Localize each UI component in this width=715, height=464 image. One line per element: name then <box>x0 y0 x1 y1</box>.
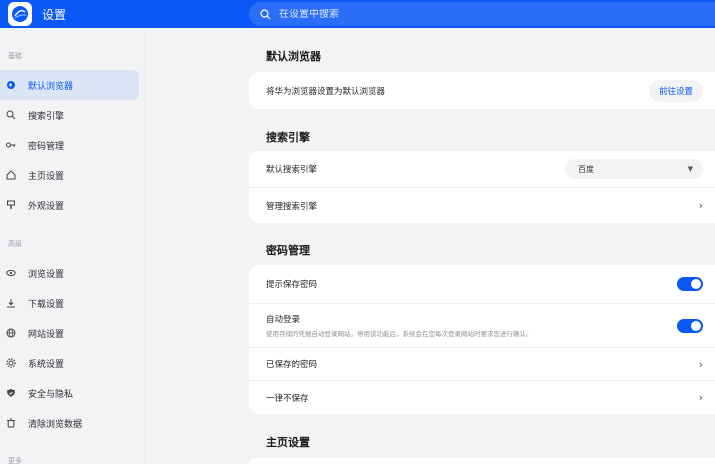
sidebar-item-label: 安全与隐私 <box>28 389 74 400</box>
chevron-right-icon: › <box>698 357 703 371</box>
chevron-right-icon: › <box>698 391 703 404</box>
globe-icon <box>6 80 16 90</box>
sidebar-item-search-engine[interactable]: 搜索引擎 <box>0 100 139 130</box>
trash-icon <box>6 418 16 428</box>
sidebar-group-basic: 基础 <box>8 52 22 60</box>
search-engine-select[interactable]: 百度 ▼ <box>565 159 703 179</box>
browser-logo-icon <box>8 2 32 26</box>
eye-icon <box>6 268 16 278</box>
row-auto-login: 自动登录 使用存储的凭据自动登录网站。停用该功能后，系统会在您每次登录网站时要求… <box>249 303 715 347</box>
section-title-default-browser: 默认浏览器 <box>266 50 321 63</box>
row-manage-search-engines[interactable]: 管理搜索引擎 › <box>249 187 715 223</box>
sidebar-item-browsing[interactable]: 浏览设置 <box>0 258 139 288</box>
home-icon <box>6 170 16 180</box>
sidebar-item-homepage[interactable]: 主页设置 <box>0 160 139 190</box>
sidebar-item-label: 默认浏览器 <box>28 81 74 92</box>
section-title-password: 密码管理 <box>266 244 310 257</box>
sidebar-item-label: 浏览设置 <box>28 269 65 280</box>
toggle-knob <box>691 320 701 331</box>
card-default-browser: 将华为浏览器设置为默认浏览器 前往设置 <box>249 72 715 109</box>
sidebar-item-site-settings[interactable]: 网站设置 <box>0 318 139 348</box>
download-icon <box>6 298 16 308</box>
row-label: 已保存的密码 <box>266 360 318 370</box>
go-to-settings-button[interactable]: 前往设置 <box>648 79 703 102</box>
search-input[interactable] <box>279 8 699 20</box>
row-label: 管理搜索引擎 <box>266 201 318 212</box>
sidebar-item-security[interactable]: 安全与隐私 <box>0 378 139 408</box>
auto-login-toggle[interactable] <box>677 318 703 333</box>
gear-icon <box>6 358 16 368</box>
shield-icon <box>6 388 16 398</box>
row-description: 使用存储的凭据自动登录网站。停用该功能后，系统会在您每次登录网站时要求您进行确认… <box>266 330 533 338</box>
row-never-save[interactable]: 一律不保存 › <box>249 380 715 414</box>
row-label: 一律不保存 <box>266 393 309 404</box>
offer-save-toggle[interactable] <box>677 277 703 291</box>
row-offer-save-password: 提示保存密码 <box>249 265 715 303</box>
sidebar-item-default-browser[interactable]: 默认浏览器 <box>0 70 139 100</box>
card-homepage <box>249 458 715 464</box>
search-icon <box>259 8 271 20</box>
row-label: 默认搜索引擎 <box>266 165 318 175</box>
select-value: 百度 <box>578 164 594 174</box>
search-icon <box>6 110 16 120</box>
caret-down-icon: ▼ <box>687 165 693 173</box>
row-set-default: 将华为浏览器设置为默认浏览器 前往设置 <box>249 72 715 109</box>
sidebar-item-clear-data[interactable]: 清除浏览数据 <box>0 408 139 438</box>
sidebar-item-password[interactable]: 密码管理 <box>0 130 139 160</box>
settings-content: 默认浏览器 将华为浏览器设置为默认浏览器 前往设置 搜索引擎 默认搜索引擎 百度… <box>146 32 715 464</box>
sidebar-item-label: 下载设置 <box>28 299 65 310</box>
sidebar-item-label: 搜索引擎 <box>28 111 65 122</box>
card-search-engine: 默认搜索引擎 百度 ▼ 管理搜索引擎 › <box>249 151 715 223</box>
search-box[interactable] <box>249 2 715 26</box>
globe-icon <box>6 328 16 338</box>
sidebar: 基础 默认浏览器 搜索引擎 密码管理 主页设置 外观设置 高级 浏览设置 下载设… <box>0 32 146 464</box>
sidebar-item-label: 系统设置 <box>28 359 65 370</box>
sidebar-group-more: 更多 <box>8 457 22 464</box>
section-title-search-engine: 搜索引擎 <box>266 131 310 144</box>
key-icon <box>6 140 16 150</box>
app-title: 设置 <box>42 7 67 22</box>
row-label: 将华为浏览器设置为默认浏览器 <box>266 86 386 97</box>
card-password: 提示保存密码 自动登录 使用存储的凭据自动登录网站。停用该功能后，系统会在您每次… <box>249 265 715 414</box>
row-label: 自动登录 <box>266 315 301 325</box>
sidebar-item-label: 主页设置 <box>28 171 65 182</box>
row-saved-passwords[interactable]: 已保存的密码 › <box>249 347 715 380</box>
sidebar-item-label: 密码管理 <box>28 141 65 152</box>
row-label: 提示保存密码 <box>266 280 318 290</box>
sidebar-group-advanced: 高级 <box>8 240 22 248</box>
section-title-homepage: 主页设置 <box>266 436 310 449</box>
sidebar-item-label: 外观设置 <box>28 201 65 212</box>
sidebar-item-label: 网站设置 <box>28 329 65 340</box>
sidebar-item-system[interactable]: 系统设置 <box>0 348 139 378</box>
sidebar-item-download[interactable]: 下载设置 <box>0 288 139 318</box>
toggle-knob <box>691 279 701 289</box>
sidebar-item-appearance[interactable]: 外观设置 <box>0 190 139 220</box>
sidebar-item-label: 清除浏览数据 <box>28 419 83 430</box>
appearance-icon <box>6 200 16 210</box>
app-header: 设置 <box>0 0 715 28</box>
row-default-search-engine: 默认搜索引擎 百度 ▼ <box>249 151 715 187</box>
chevron-right-icon: › <box>698 199 703 212</box>
